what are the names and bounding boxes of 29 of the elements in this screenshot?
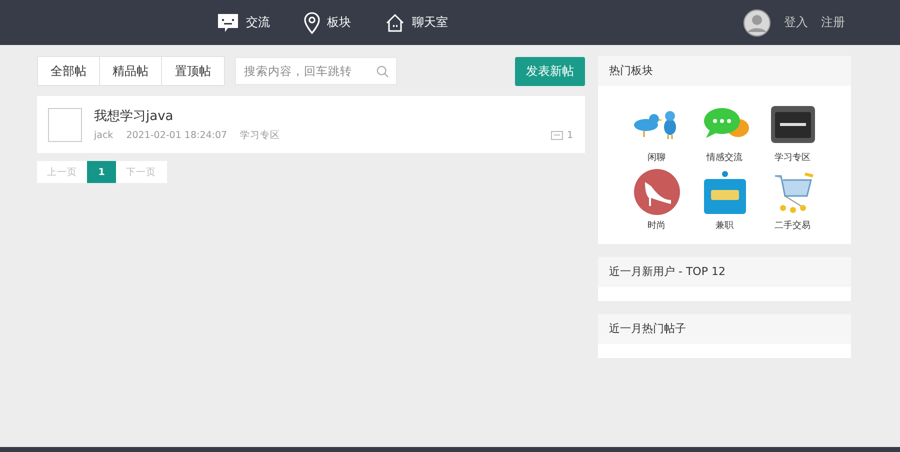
house-icon xyxy=(385,12,405,32)
page-button[interactable]: 1 xyxy=(87,161,116,183)
nav-link[interactable]: 板块 xyxy=(304,12,351,34)
post-title-link[interactable]: 我想学习java xyxy=(94,107,573,125)
panel-title: 近一月热门帖子 xyxy=(598,314,851,344)
login-link[interactable]: 登入 xyxy=(784,14,808,31)
avatar-icon[interactable] xyxy=(743,8,771,36)
panel-title: 热门板块 xyxy=(598,56,851,86)
post-board: 学习专区 xyxy=(240,129,280,142)
comment-count: 1 xyxy=(566,130,573,141)
board-link[interactable]: 情感交流 xyxy=(690,100,758,164)
post-author: jack xyxy=(94,130,114,141)
board-link[interactable]: 闲聊 xyxy=(622,100,690,164)
nav-link[interactable]: 聊天室 xyxy=(385,12,448,34)
location-pin-icon xyxy=(304,12,320,34)
nav-link[interactable]: 交流 xyxy=(217,12,270,34)
register-link[interactable]: 注册 xyxy=(821,14,845,31)
board-link[interactable]: 兼职 xyxy=(690,168,758,232)
image-placeholder xyxy=(48,108,82,142)
board-link[interactable]: 时尚 xyxy=(622,168,690,232)
board-link[interactable]: 二手交易 xyxy=(758,168,826,232)
chat-bubble-icon xyxy=(217,12,239,32)
comment-icon xyxy=(550,130,563,140)
post-time: 2021-02-01 18:24:07 xyxy=(126,130,228,141)
search-field[interactable]: 搜索内容，回车跳转 xyxy=(235,57,397,85)
search-icon xyxy=(376,65,389,78)
high-heel-shoe-icon xyxy=(632,168,680,216)
board-link[interactable]: 学习专区 xyxy=(758,100,826,164)
panel-title: 近一月新用户 - TOP 12 xyxy=(598,257,851,287)
